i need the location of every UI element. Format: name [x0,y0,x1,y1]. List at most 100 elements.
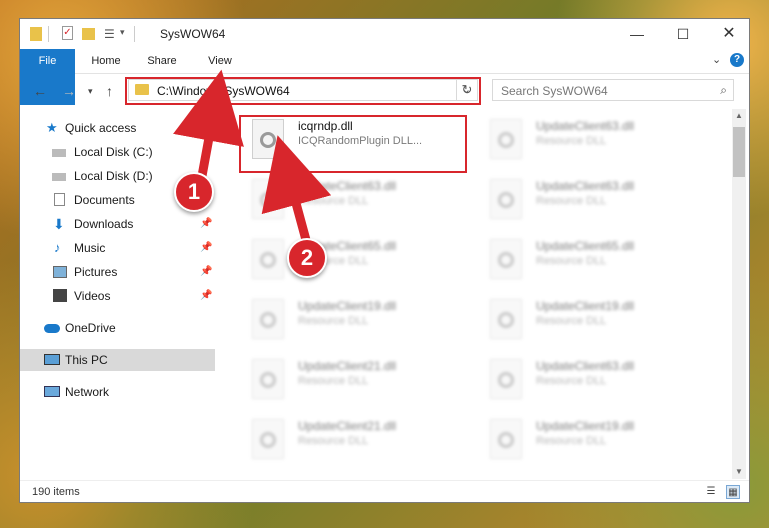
properties-icon[interactable]: ✓ [62,26,73,40]
sidebar-item-onedrive[interactable]: OneDrive [20,317,215,339]
file-name: UpdateClient63.dll [536,359,635,373]
search-placeholder: Search SysWOW64 [501,84,608,98]
expand-ribbon-icon[interactable]: ⌄ [712,53,721,66]
scrollbar-thumb[interactable] [733,127,745,177]
file-name: UpdateClient63.dll [536,179,635,193]
file-description: Resource DLL [536,135,607,147]
highlight-address-box [125,77,481,105]
sidebar-item-label: Documents [74,193,135,207]
file-name: UpdateClient63.dll [298,179,397,193]
highlight-file-box [239,115,467,173]
sidebar-item-music[interactable]: ♪ Music 📌 [20,237,215,259]
status-bar: 190 items ☰ ▦ [20,480,749,503]
sidebar-item-label: Downloads [74,217,134,231]
minimize-button[interactable]: — [614,19,660,49]
star-icon: ★ [46,120,58,135]
file-description: Resource DLL [298,375,369,387]
file-name: UpdateClient19.dll [298,299,397,313]
dll-file-icon [252,359,284,399]
file-description: Resource DLL [536,435,607,447]
sidebar-item-label: Music [74,241,106,255]
sidebar-item-label: Local Disk (D:) [74,169,153,183]
forward-arrow-icon[interactable]: → [62,83,76,99]
tab-view[interactable]: View [196,49,244,73]
new-folder-icon[interactable] [82,28,95,40]
sidebar-item-downloads[interactable]: ⬇ Downloads 📌 [20,213,215,235]
back-arrow-icon[interactable]: ← [33,83,47,99]
file-item[interactable]: UpdateClient21.dll Resource DLL [242,413,472,469]
tab-share[interactable]: Share [138,49,186,73]
network-icon [44,386,60,397]
file-item[interactable]: UpdateClient19.dll Resource DLL [480,413,710,469]
scroll-down-icon[interactable]: ▼ [732,465,746,479]
sidebar-item-label: Videos [74,289,111,303]
maximize-button[interactable]: ☐ [660,19,706,49]
dll-file-icon [490,119,522,159]
cloud-icon [44,324,60,333]
title-bar: ✓ ☰ ▾ SysWOW64 — ☐ ✕ [20,19,749,49]
file-item[interactable]: UpdateClient21.dll Resource DLL [242,353,472,409]
file-item[interactable]: UpdateClient65.dll Resource DLL [242,233,472,289]
file-item[interactable]: UpdateClient19.dll Resource DLL [242,293,472,349]
file-item[interactable]: UpdateClient65.dll Resource DLL [480,233,710,289]
vertical-scrollbar[interactable]: ▲ ▼ [732,109,746,479]
folder-icon[interactable] [30,27,42,41]
pin-icon[interactable]: 📌 [200,285,212,307]
sidebar-item-this-pc[interactable]: This PC [20,349,215,371]
sidebar-item-label: Network [65,385,110,399]
callout-badge: 1 [174,172,214,212]
dll-file-icon [252,419,284,459]
search-icon[interactable]: ⌕ [720,83,727,98]
close-button[interactable]: ✕ [706,19,752,49]
sidebar-item-network[interactable]: Network [20,381,215,403]
sidebar-item-pictures[interactable]: Pictures 📌 [20,261,215,283]
sidebar-item-local-disk-c[interactable]: Local Disk (C:) [20,141,215,163]
customize-icon[interactable]: ☰ [104,28,118,40]
search-input[interactable]: Search SysWOW64 ⌕ [492,79,734,101]
dll-file-icon [490,179,522,219]
document-icon [54,193,65,206]
up-arrow-icon[interactable]: ↑ [106,83,113,99]
dll-file-icon [252,179,284,219]
recent-locations-icon[interactable]: ▾ [88,86,93,97]
file-item[interactable]: UpdateClient63.dll Resource DLL [242,173,472,229]
item-count: 190 items [32,486,80,498]
navigation-pane: ★ Quick access Local Disk (C:) Local Dis… [20,109,215,479]
ribbon-tabs: File Home Share View ⌄ ? [20,49,749,105]
dll-file-icon [490,299,522,339]
dll-file-icon [252,299,284,339]
scroll-up-icon[interactable]: ▲ [732,109,746,123]
help-icon[interactable]: ? [730,53,744,67]
picture-icon [53,266,67,278]
details-view-icon[interactable]: ☰ [704,485,718,499]
pin-icon[interactable]: 📌 [200,237,212,259]
file-description: Resource DLL [298,195,369,207]
sidebar-item-quick-access[interactable]: ★ Quick access [20,117,215,139]
large-icons-view-icon[interactable]: ▦ [726,485,740,499]
dll-file-icon [252,239,284,279]
tab-home[interactable]: Home [82,49,130,73]
video-icon [53,289,67,302]
pin-icon[interactable]: 📌 [200,213,212,235]
file-name: UpdateClient65.dll [536,239,635,253]
file-item[interactable]: UpdateClient63.dll Resource DLL [480,173,710,229]
file-description: Resource DLL [536,195,607,207]
pin-icon[interactable]: 📌 [200,261,212,283]
file-item[interactable]: UpdateClient63.dll Resource DLL [480,113,710,169]
sidebar-item-label: Local Disk (C:) [74,145,153,159]
dll-file-icon [490,239,522,279]
drive-icon [52,173,66,181]
sidebar-item-videos[interactable]: Videos 📌 [20,285,215,307]
explorer-window: ✓ ☰ ▾ SysWOW64 — ☐ ✕ File Home Share Vie… [19,18,750,503]
dll-file-icon [490,419,522,459]
file-item[interactable]: UpdateClient63.dll Resource DLL [480,353,710,409]
music-icon: ♪ [54,240,61,255]
file-name: UpdateClient19.dll [536,419,635,433]
sidebar-item-label: Pictures [74,265,118,279]
drive-icon [52,149,66,157]
sidebar-item-label: Quick access [65,121,137,135]
callout-badge: 2 [287,238,327,278]
chevron-down-icon[interactable]: ▾ [120,27,125,43]
file-item[interactable]: UpdateClient19.dll Resource DLL [480,293,710,349]
file-name: UpdateClient21.dll [298,359,397,373]
